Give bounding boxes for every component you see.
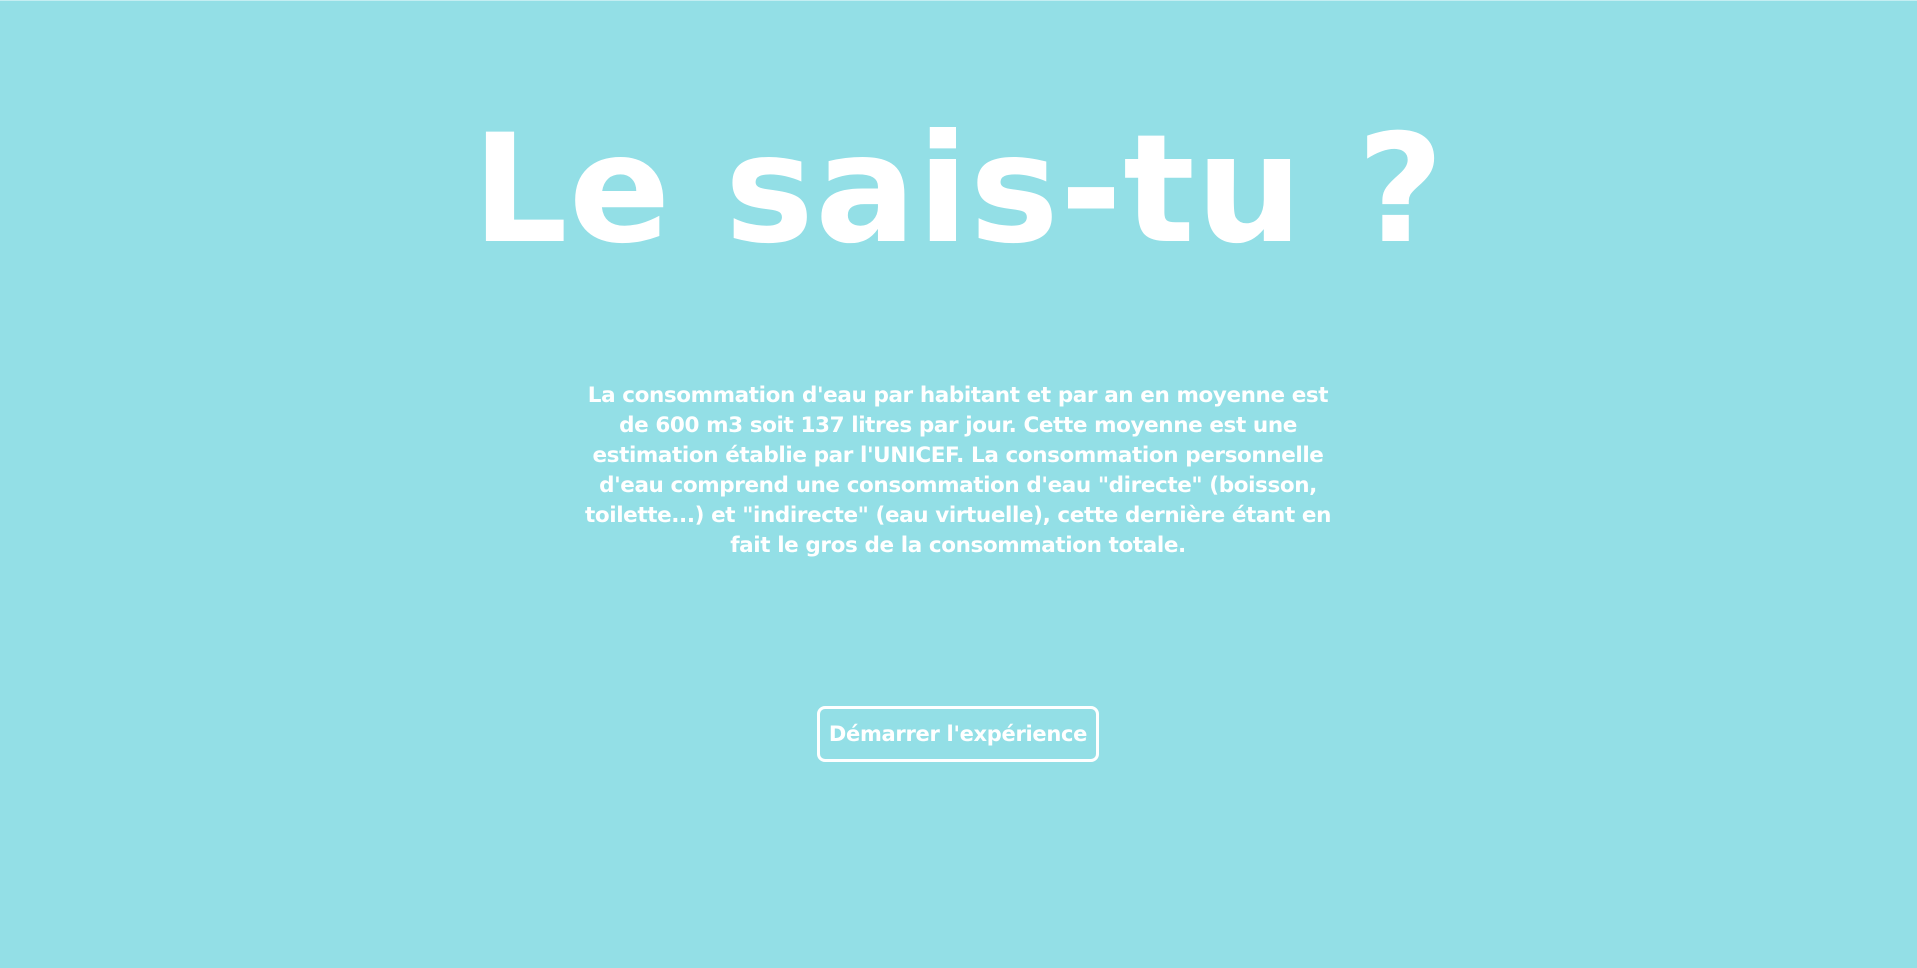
start-experience-button[interactable]: Démarrer l'expérience <box>817 706 1099 762</box>
page-title: Le sais-tu ? <box>472 103 1445 277</box>
landing-page: Le sais-tu ? La consommation d'eau par h… <box>0 0 1917 968</box>
intro-paragraph: La consommation d'eau par habitant et pa… <box>584 383 1331 558</box>
